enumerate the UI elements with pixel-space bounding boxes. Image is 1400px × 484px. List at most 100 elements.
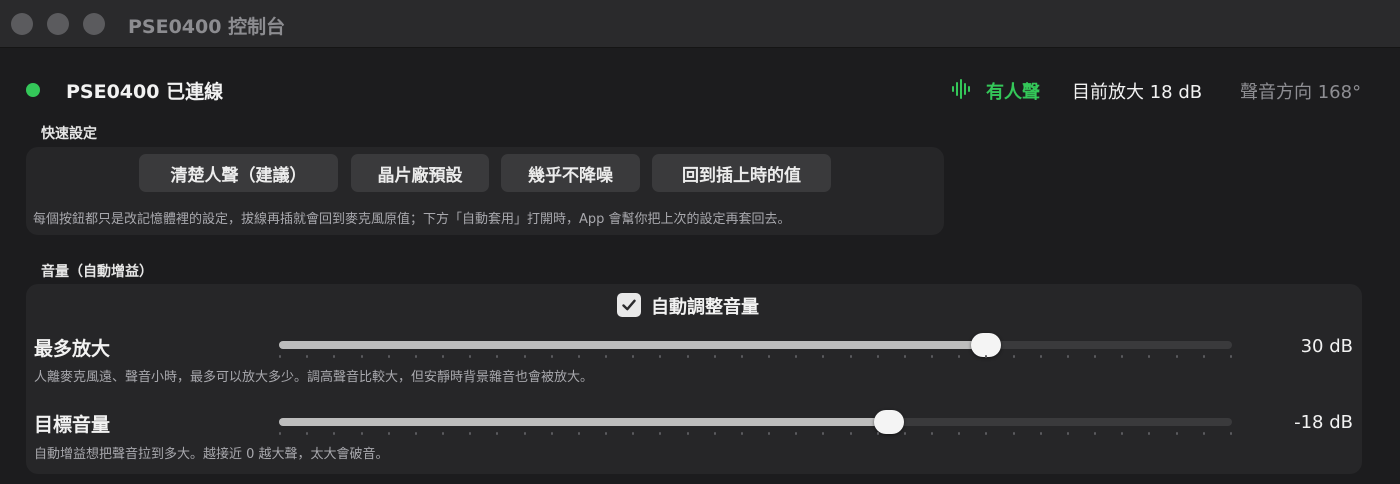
slider-tick	[985, 355, 987, 358]
device-status: PSE0400 已連線	[66, 81, 224, 103]
waveform-icon	[952, 79, 970, 99]
target-level-slider-fill	[279, 418, 889, 426]
max-gain-value: 30 dB	[1300, 336, 1353, 357]
slider-tick	[1121, 432, 1123, 435]
slider-tick	[279, 432, 281, 435]
slider-tick	[795, 355, 797, 358]
preset-restore-plugin-button[interactable]: 回到插上時的值	[652, 154, 831, 192]
quick-settings-note: 每個按鈕都只是改記憶體裡的設定，拔線再插就會回到麥克風原值；下方「自動套用」打開…	[33, 212, 791, 227]
slider-tick	[768, 355, 770, 358]
slider-tick	[714, 432, 716, 435]
slider-tick	[442, 432, 444, 435]
slider-tick	[388, 432, 390, 435]
slider-tick	[1013, 432, 1015, 435]
max-gain-description: 人離麥克風遠、聲音小時，最多可以放大多少。調高聲音比較大，但安靜時背景雜音也會被…	[34, 370, 594, 385]
slider-tick	[1094, 355, 1096, 358]
slider-tick	[469, 432, 471, 435]
slider-tick	[1148, 432, 1150, 435]
slider-tick	[388, 355, 390, 358]
quick-settings-heading: 快速設定	[41, 126, 97, 142]
slider-tick	[904, 432, 906, 435]
slider-tick	[1121, 355, 1123, 358]
current-gain-readout: 目前放大 18 dB	[1072, 82, 1203, 103]
slider-tick	[605, 432, 607, 435]
slider-tick	[1176, 432, 1178, 435]
slider-tick	[1148, 355, 1150, 358]
slider-tick	[1040, 355, 1042, 358]
max-gain-slider[interactable]	[279, 333, 1232, 357]
minimize-window-button[interactable]	[47, 13, 69, 35]
status-dot-icon	[26, 83, 40, 97]
checkmark-icon	[622, 299, 636, 311]
slider-tick	[306, 432, 308, 435]
slider-tick	[931, 432, 933, 435]
window-title: PSE0400 控制台	[128, 16, 286, 38]
preset-chip-default-button[interactable]: 晶片廠預設	[351, 154, 489, 192]
target-level-value: -18 dB	[1294, 412, 1353, 433]
slider-tick	[850, 355, 852, 358]
slider-tick	[1013, 355, 1015, 358]
slider-tick	[741, 355, 743, 358]
slider-tick	[822, 432, 824, 435]
max-gain-slider-thumb[interactable]	[971, 333, 1002, 357]
slider-tick	[687, 432, 689, 435]
slider-tick	[1094, 432, 1096, 435]
slider-tick	[415, 432, 417, 435]
slider-tick	[1067, 355, 1069, 358]
slider-tick	[1067, 432, 1069, 435]
slider-tick	[850, 432, 852, 435]
voice-detected-label: 有人聲	[986, 82, 1040, 103]
auto-volume-label[interactable]: 自動調整音量	[651, 293, 759, 319]
slider-tick	[659, 432, 661, 435]
slider-tick	[1203, 432, 1205, 435]
max-gain-ticks	[279, 355, 1232, 359]
slider-tick	[524, 432, 526, 435]
slider-tick	[333, 432, 335, 435]
slider-tick	[306, 355, 308, 358]
slider-tick	[632, 432, 634, 435]
slider-tick	[551, 432, 553, 435]
slider-tick	[687, 355, 689, 358]
target-level-slider[interactable]	[279, 410, 1232, 434]
slider-tick	[1203, 355, 1205, 358]
max-gain-label: 最多放大	[34, 338, 111, 360]
slider-tick	[768, 432, 770, 435]
slider-tick	[877, 355, 879, 358]
slider-tick	[496, 355, 498, 358]
slider-tick	[931, 355, 933, 358]
slider-tick	[1040, 432, 1042, 435]
close-window-button[interactable]	[11, 13, 33, 35]
slider-tick	[1176, 355, 1178, 358]
slider-tick	[659, 355, 661, 358]
slider-tick	[904, 355, 906, 358]
slider-tick	[958, 432, 960, 435]
slider-tick	[958, 355, 960, 358]
slider-tick	[1230, 432, 1232, 435]
slider-tick	[361, 432, 363, 435]
app-window: PSE0400 控制台 PSE0400 已連線 有人聲 目前放大 18 dB 聲…	[0, 0, 1400, 484]
target-level-ticks	[279, 432, 1232, 436]
slider-tick	[496, 432, 498, 435]
preset-clear-voice-button[interactable]: 清楚人聲（建議）	[139, 154, 338, 192]
sound-direction-readout: 聲音方向 168°	[1240, 82, 1362, 103]
slider-tick	[1230, 355, 1232, 358]
slider-tick	[795, 432, 797, 435]
slider-tick	[279, 355, 281, 358]
volume-heading: 音量（自動增益）	[41, 264, 153, 280]
target-level-slider-thumb[interactable]	[873, 410, 904, 434]
slider-tick	[415, 355, 417, 358]
auto-volume-checkbox[interactable]	[617, 293, 641, 317]
slider-tick	[985, 432, 987, 435]
slider-tick	[877, 432, 879, 435]
target-level-label: 目標音量	[34, 414, 111, 436]
slider-tick	[551, 355, 553, 358]
max-gain-slider-fill	[279, 341, 987, 349]
preset-minimal-denoise-button[interactable]: 幾乎不降噪	[501, 154, 640, 192]
slider-tick	[605, 355, 607, 358]
slider-tick	[469, 355, 471, 358]
slider-tick	[578, 355, 580, 358]
title-bar: PSE0400 控制台	[0, 0, 1400, 48]
target-level-description: 自動增益想把聲音拉到多大。越接近 0 越大聲，太大會破音。	[34, 447, 389, 462]
slider-tick	[361, 355, 363, 358]
zoom-window-button[interactable]	[83, 13, 105, 35]
